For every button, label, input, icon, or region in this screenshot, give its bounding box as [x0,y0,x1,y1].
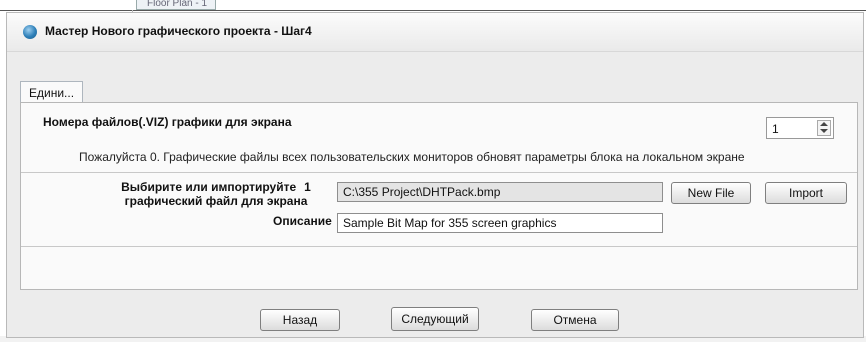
file-number: 1 [304,180,311,194]
wizard-dialog: Мастер Нового графического проекта - Шаг… [6,12,864,338]
info-text: Пожалуйста 0. Графические файлы всех пол… [79,150,745,164]
import-button[interactable]: Import [765,182,847,204]
next-button[interactable]: Следующий [391,307,479,331]
file-count-stepper[interactable]: 1 [766,117,834,139]
background-tab[interactable]: Floor Plan - 1 [136,0,216,10]
file-count-value[interactable]: 1 [772,122,779,136]
divider-top [21,172,857,173]
cancel-button[interactable]: Отмена [531,309,619,331]
divider-bottom [21,246,857,247]
description-label: Описание [273,214,332,228]
stepper-down-icon[interactable] [820,129,828,133]
section-title: Номера файлов(.VIZ) графики для экрана [43,115,292,129]
file-path-field[interactable]: C:\355 Project\DHTPack.bmp [337,182,663,202]
background-app-header [0,0,866,11]
app-globe-icon [23,25,37,39]
back-button[interactable]: Назад [260,309,340,331]
stepper-buttons[interactable] [817,120,831,136]
tab-panel: Номера файлов(.VIZ) графики для экрана 1… [20,102,858,290]
stepper-up-icon[interactable] [820,122,828,126]
select-file-label: Выбирите или импортируйте 1 графический ф… [91,180,341,208]
dialog-titlebar[interactable]: Мастер Нового графического проекта - Шаг… [7,13,863,52]
dialog-title: Мастер Нового графического проекта - Шаг… [45,24,312,38]
select-file-label-line2: графический файл для экрана [124,194,308,208]
new-file-button[interactable]: New File [671,182,751,204]
description-field[interactable]: Sample Bit Map for 355 screen graphics [337,213,663,233]
tab-units[interactable]: Едини... [20,81,84,104]
select-file-label-line1: Выбирите или импортируйте [121,180,297,194]
